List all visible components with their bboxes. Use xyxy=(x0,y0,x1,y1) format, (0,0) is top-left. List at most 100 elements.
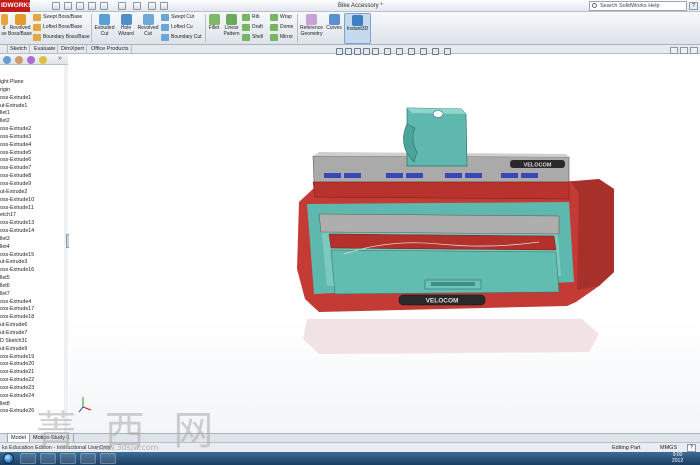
file-properties-icon[interactable] xyxy=(148,2,156,10)
instant3d-button[interactable]: Instant3D xyxy=(344,13,371,44)
tab-evaluate[interactable]: Evaluate xyxy=(32,45,59,54)
start-button[interactable] xyxy=(3,453,14,464)
tab-office-products[interactable]: Office Products xyxy=(89,45,132,54)
reference-geometry-button[interactable]: Reference Geometry xyxy=(299,14,324,37)
zoom-to-fit-icon[interactable] xyxy=(336,48,343,55)
boundary-boss-button[interactable]: Boundary Boss/Base xyxy=(33,33,90,42)
feature-tree-item[interactable]: D Sketch31 xyxy=(0,338,66,346)
app-logo[interactable]: IDWORKS xyxy=(0,0,32,12)
feature-tree-item[interactable]: oss-Extrude16 xyxy=(0,267,66,275)
lofted-cut-button[interactable]: Lofted Cu xyxy=(161,23,193,32)
undo-icon[interactable] xyxy=(100,2,108,10)
model-view[interactable]: VELOCOM VELOCOM xyxy=(69,54,700,433)
open-icon[interactable] xyxy=(64,2,72,10)
rebuild-icon[interactable] xyxy=(133,2,141,10)
swept-cut-button[interactable]: Swept Cut xyxy=(161,13,194,22)
dynamic-annotation-icon[interactable] xyxy=(372,48,379,55)
draft-button[interactable]: Draft xyxy=(242,23,263,32)
feature-tree-item[interactable]: llet3 xyxy=(0,236,66,244)
feature-tree-item[interactable]: oss-Extrude23 xyxy=(0,385,66,393)
feature-tree-item[interactable]: oss-Extrude22 xyxy=(0,377,66,385)
feature-tree-item[interactable]: llet4 xyxy=(0,244,66,252)
feature-tree-item[interactable]: oss-Extrude1 xyxy=(0,95,66,103)
save-icon[interactable] xyxy=(76,2,84,10)
dome-button[interactable]: Dome xyxy=(270,23,293,32)
feature-tree-item[interactable]: ut-Extrude7 xyxy=(0,330,66,338)
feature-tree-item[interactable]: oss-Extrude17 xyxy=(0,306,66,314)
feature-tree-item[interactable]: ight Plane xyxy=(0,79,66,87)
hole-wizard-button[interactable]: Hole Wizard xyxy=(117,14,135,37)
zoom-to-area-icon[interactable] xyxy=(345,48,352,55)
hide-show-items-icon[interactable] xyxy=(408,48,415,55)
help-icon[interactable]: ? xyxy=(687,444,696,452)
feature-tree-item[interactable]: oss-Extrude18 xyxy=(0,314,66,322)
view-orientation-icon[interactable] xyxy=(384,48,391,55)
feature-tree-item[interactable]: oss-Extrude21 xyxy=(0,369,66,377)
shell-button[interactable]: Shell xyxy=(242,33,263,42)
feature-tree-scrollbar[interactable] xyxy=(64,65,68,433)
wrap-button[interactable]: Wrap xyxy=(270,13,292,22)
clock[interactable]: 9:00 2012 xyxy=(672,452,683,464)
feature-tree-item[interactable]: oss-Extrude6 xyxy=(0,157,66,165)
feature-tree-item[interactable]: oss-Extrude10 xyxy=(0,197,66,205)
feature-tree-item[interactable]: ut-Extrude1 xyxy=(0,103,66,111)
restore-icon[interactable] xyxy=(680,47,688,54)
feature-tree-item[interactable]: oss-Extrude14 xyxy=(0,228,66,236)
feature-tree-item[interactable]: oss-Extrude8 xyxy=(0,173,66,181)
tab-dimxpert[interactable]: DimXpert xyxy=(59,45,87,54)
print-icon[interactable] xyxy=(88,2,96,10)
display-manager-icon[interactable] xyxy=(39,56,47,64)
apply-scene-icon[interactable] xyxy=(432,48,439,55)
tab-features[interactable] xyxy=(0,45,8,54)
lofted-boss-button[interactable]: Lofted Boss/Base xyxy=(33,23,82,32)
feature-tree-item[interactable]: etch17 xyxy=(0,212,66,220)
feature-tree-item[interactable]: oss-Extrude13 xyxy=(0,220,66,228)
curves-button[interactable]: Curves xyxy=(325,14,343,32)
feature-tree-icon[interactable] xyxy=(3,56,11,64)
feature-tree-item[interactable]: oss-Extrude11 xyxy=(0,205,66,213)
feature-tree-item[interactable]: oss-Extrude3 xyxy=(0,134,66,142)
select-icon[interactable] xyxy=(118,2,126,10)
boundary-cut-button[interactable]: Boundary Cut xyxy=(161,33,202,42)
display-style-icon[interactable] xyxy=(396,48,403,55)
section-view-icon[interactable] xyxy=(363,48,370,55)
feature-tree-item[interactable]: llet6 xyxy=(0,283,66,291)
mirror-button[interactable]: Mirror xyxy=(270,33,293,42)
feature-tree-item[interactable]: oss-Extrude4 xyxy=(0,299,66,307)
linear-pattern-button[interactable]: Linear Pattern xyxy=(222,14,241,37)
tab-sketch[interactable]: Sketch xyxy=(8,45,30,54)
property-manager-icon[interactable] xyxy=(15,56,23,64)
extruded-boss-button[interactable]: d se xyxy=(0,14,8,37)
feature-tree-item[interactable]: ut-Extrude6 xyxy=(0,322,66,330)
previous-view-icon[interactable] xyxy=(354,48,361,55)
minimize-icon[interactable] xyxy=(670,47,678,54)
feature-tree-item[interactable]: rigin xyxy=(0,87,66,95)
rib-button[interactable]: Rib xyxy=(242,13,260,22)
feature-tree-item[interactable]: llet1 xyxy=(0,110,66,118)
taskbar-app-explorer[interactable] xyxy=(20,453,36,464)
help-button[interactable]: ? xyxy=(689,2,698,10)
extruded-cut-button[interactable]: Extruded Cut xyxy=(93,14,116,37)
feature-tree-item[interactable]: ut-Extrude2 xyxy=(0,189,66,197)
feature-tree-item[interactable]: oss-Extrude7 xyxy=(0,165,66,173)
search-input[interactable]: Search SolidWorks Help xyxy=(589,1,687,11)
close-icon[interactable] xyxy=(690,47,698,54)
feature-tree-item[interactable]: oss-Extrude9 xyxy=(0,181,66,189)
feature-tree-item[interactable]: oss-Extrude5 xyxy=(0,150,66,158)
feature-tree-item[interactable]: oss-Extrude4 xyxy=(0,142,66,150)
revolved-boss-button[interactable]: Revolved Boss/Base xyxy=(8,14,32,37)
configuration-manager-icon[interactable] xyxy=(27,56,35,64)
view-settings-icon[interactable] xyxy=(444,48,451,55)
chevron-right-icon[interactable]: » xyxy=(58,55,62,62)
graphics-area[interactable]: VELOCOM VELOCOM xyxy=(69,54,700,433)
feature-tree-item[interactable]: llet7 xyxy=(0,291,66,299)
edit-appearance-icon[interactable] xyxy=(420,48,427,55)
feature-tree-item[interactable]: oss-Extrude19 xyxy=(0,354,66,362)
new-document-icon[interactable] xyxy=(52,2,60,10)
feature-tree-item[interactable]: oss-Extrude20 xyxy=(0,361,66,369)
feature-tree-item[interactable]: oss-Extrude2 xyxy=(0,126,66,134)
swept-boss-button[interactable]: Swept Boss/Base xyxy=(33,13,82,22)
feature-tree-item[interactable]: llet5 xyxy=(0,275,66,283)
options-icon[interactable] xyxy=(160,2,168,10)
feature-tree-item[interactable]: oss-Extrude15 xyxy=(0,252,66,260)
